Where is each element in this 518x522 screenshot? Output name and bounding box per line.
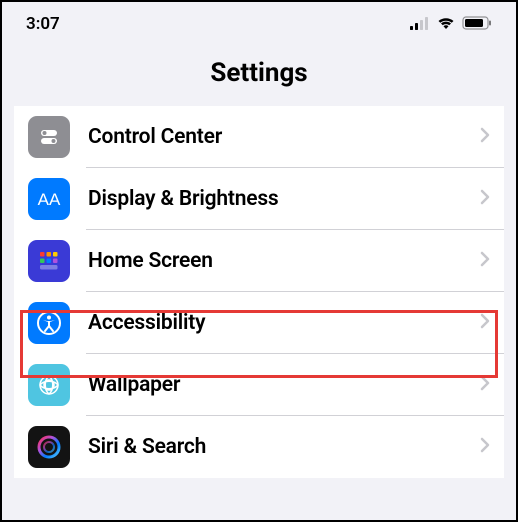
accessibility-icon: [28, 302, 70, 344]
wallpaper-icon: [28, 364, 70, 406]
page-title: Settings: [2, 58, 516, 88]
status-bar: 3:07: [2, 2, 516, 46]
settings-list: Control Center AA Display & Brightness: [2, 106, 516, 478]
list-item-home-screen[interactable]: Home Screen: [14, 230, 504, 292]
list-item-accessibility[interactable]: Accessibility: [14, 292, 504, 354]
list-item-label: Display & Brightness: [88, 187, 480, 211]
chevron-right-icon: [480, 251, 490, 271]
cellular-icon: [410, 15, 430, 34]
chevron-right-icon: [480, 375, 490, 395]
chevron-right-icon: [480, 437, 490, 457]
page-header: Settings: [2, 46, 516, 106]
control-center-icon: [28, 116, 70, 158]
list-item-siri-search[interactable]: Siri & Search: [14, 416, 504, 478]
settings-list-inner: Control Center AA Display & Brightness: [14, 106, 504, 478]
home-screen-icon: [28, 240, 70, 282]
list-item-label: Home Screen: [88, 249, 480, 273]
status-indicators: [410, 15, 492, 34]
status-time: 3:07: [26, 14, 60, 34]
battery-icon: [462, 15, 492, 34]
list-item-label: Accessibility: [88, 311, 480, 335]
list-item-control-center[interactable]: Control Center: [14, 106, 504, 168]
list-item-label: Wallpaper: [88, 373, 480, 397]
list-item-label: Control Center: [88, 125, 480, 149]
list-item-label: Siri & Search: [88, 435, 480, 459]
siri-search-icon: [28, 426, 70, 468]
display-brightness-icon: AA: [28, 178, 70, 220]
list-item-display-brightness[interactable]: AA Display & Brightness: [14, 168, 504, 230]
chevron-right-icon: [480, 313, 490, 333]
chevron-right-icon: [480, 127, 490, 147]
svg-text:AA: AA: [38, 190, 61, 209]
chevron-right-icon: [480, 189, 490, 209]
list-item-wallpaper[interactable]: Wallpaper: [14, 354, 504, 416]
wifi-icon: [436, 15, 456, 34]
